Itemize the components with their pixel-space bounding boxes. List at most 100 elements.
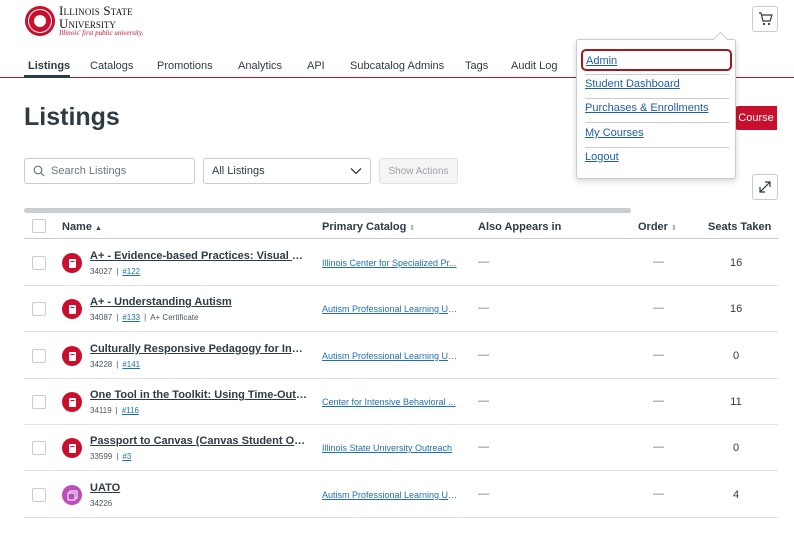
filter-value: All Listings (212, 165, 265, 177)
user-menu: Admin Student Dashboard Purchases & Enro… (576, 39, 736, 179)
course-icon (62, 253, 82, 273)
tab-analytics[interactable]: Analytics (238, 60, 282, 72)
table-row[interactable]: Culturally Responsive Pedagogy for Indiv… (24, 333, 778, 379)
listing-meta: 34027 | #122 (90, 267, 141, 276)
listing-id: 34027 (90, 267, 113, 276)
select-all-checkbox[interactable] (32, 219, 46, 233)
listing-ref-link[interactable]: #141 (122, 360, 140, 369)
course-icon (62, 392, 82, 412)
also-appears-in: — (478, 302, 489, 314)
show-actions-button[interactable]: Show Actions (379, 158, 458, 184)
active-tab-indicator (24, 75, 70, 78)
program-icon (62, 485, 82, 505)
primary-catalog-link[interactable]: Center for Intensive Behavioral ... (322, 397, 462, 407)
seats-taken: 0 (732, 350, 740, 362)
search-input[interactable] (51, 165, 181, 177)
sort-icon: ⇕ (409, 225, 416, 232)
menu-item-student-dashboard[interactable]: Student Dashboard (585, 78, 680, 90)
primary-catalog-link[interactable]: Autism Professional Learning Un ... (322, 304, 462, 314)
table-row[interactable]: UATO 34226 Autism Professional Learning Un… (24, 472, 778, 518)
tab-listings[interactable]: Listings (28, 60, 70, 72)
listing-ref-link[interactable]: #116 (122, 406, 139, 415)
add-course-button[interactable]: Course (735, 106, 777, 130)
primary-catalog-link[interactable]: Illinois Center for Specialized Pr... (322, 258, 462, 268)
course-icon (62, 438, 82, 458)
listing-filter-select[interactable]: All Listings (203, 158, 371, 184)
cart-button[interactable] (752, 6, 778, 32)
listing-meta: 33599 | #3 (90, 452, 132, 461)
row-checkbox[interactable] (32, 441, 46, 455)
listing-id: 33599 (90, 452, 113, 461)
seats-taken: 16 (730, 257, 743, 269)
listing-id: 34087 (90, 313, 113, 322)
listing-title-link[interactable]: A+ - Understanding Autism (90, 296, 308, 308)
row-checkbox[interactable] (32, 349, 46, 363)
also-appears-in: — (478, 349, 489, 361)
table-row[interactable]: One Tool in the Toolkit: Using Time-Out … (24, 379, 778, 425)
course-icon (62, 346, 82, 366)
order-value: — (653, 488, 664, 500)
seats-taken: 4 (732, 489, 740, 501)
column-order[interactable]: Order ⇕ (638, 221, 677, 233)
row-checkbox[interactable] (32, 256, 46, 270)
tab-promotions[interactable]: Promotions (157, 60, 213, 72)
menu-divider (585, 74, 729, 75)
order-value: — (653, 302, 664, 314)
chevron-down-icon (350, 168, 362, 175)
menu-divider (585, 122, 729, 123)
listing-tag: A+ Certificate (150, 313, 199, 322)
listing-ref-link[interactable]: #3 (122, 452, 131, 461)
listing-ref-link[interactable]: #133 (122, 313, 140, 322)
listing-title-link[interactable]: UATO (90, 482, 308, 494)
listing-ref-link[interactable]: #122 (122, 267, 140, 276)
show-actions-label: Show Actions (388, 165, 449, 177)
sort-icon: ⇕ (670, 225, 677, 232)
order-value: — (653, 349, 664, 361)
listing-title-link[interactable]: Passport to Canvas (Canvas Student Orien… (90, 435, 308, 447)
tab-subcatalog-admins[interactable]: Subcatalog Admins (350, 60, 444, 72)
table-row[interactable]: Passport to Canvas (Canvas Student Orien… (24, 425, 778, 471)
seats-taken: 0 (732, 442, 740, 454)
row-checkbox[interactable] (32, 488, 46, 502)
menu-item-purchases-enrollments[interactable]: Purchases & Enrollments (585, 102, 709, 114)
menu-item-my-courses[interactable]: My Courses (585, 127, 644, 139)
logo-tagline: Illinois' first public university. (59, 29, 144, 37)
primary-catalog-link[interactable]: Autism Professional Learning Un ... (322, 351, 462, 361)
order-value: — (653, 256, 664, 268)
menu-item-logout[interactable]: Logout (585, 151, 619, 163)
table-row[interactable]: A+ - Evidence-based Practices: Visual Sc… (24, 240, 778, 286)
column-name[interactable]: Name ▲ (62, 221, 102, 233)
university-logo[interactable]: Illinois State University Illinois' firs… (25, 4, 143, 37)
column-primary-catalog[interactable]: Primary Catalog ⇕ (322, 221, 415, 233)
listing-id: 34119 (90, 406, 112, 415)
horizontal-scrollbar[interactable] (24, 208, 631, 213)
listing-id: 34226 (90, 499, 113, 508)
expand-button[interactable] (752, 174, 778, 200)
row-checkbox[interactable] (32, 302, 46, 316)
menu-item-admin[interactable]: Admin (581, 49, 732, 71)
seats-taken: 16 (730, 303, 743, 315)
expand-icon (759, 181, 771, 193)
listing-title-link[interactable]: Culturally Responsive Pedagogy for Indiv… (90, 343, 308, 355)
listing-title-link[interactable]: One Tool in the Toolkit: Using Time-Out … (90, 389, 308, 401)
order-value: — (653, 395, 664, 407)
tab-audit-log[interactable]: Audit Log (511, 60, 557, 72)
table-row[interactable]: A+ - Understanding Autism 34087 | #133 | A+ C… (24, 286, 778, 332)
also-appears-in: — (478, 256, 489, 268)
tab-catalogs[interactable]: Catalogs (90, 60, 133, 72)
tab-api[interactable]: API (307, 60, 325, 72)
menu-divider (585, 98, 729, 99)
primary-catalog-link[interactable]: Autism Professional Learning Un ... (322, 490, 462, 500)
tab-tags[interactable]: Tags (465, 60, 488, 72)
add-course-label: Course (738, 112, 774, 124)
search-box[interactable] (24, 158, 195, 184)
column-also-appears-in: Also Appears in (478, 221, 562, 233)
seats-taken: 11 (730, 396, 742, 408)
listing-title-link[interactable]: A+ - Evidence-based Practices: Visual Sc… (90, 250, 308, 262)
listing-id: 34228 (90, 360, 113, 369)
listing-meta: 34228 | #141 (90, 360, 141, 369)
also-appears-in: — (478, 395, 489, 407)
page-title: Listings (24, 103, 120, 131)
row-checkbox[interactable] (32, 395, 46, 409)
primary-catalog-link[interactable]: Illinois State University Outreach (322, 443, 462, 453)
